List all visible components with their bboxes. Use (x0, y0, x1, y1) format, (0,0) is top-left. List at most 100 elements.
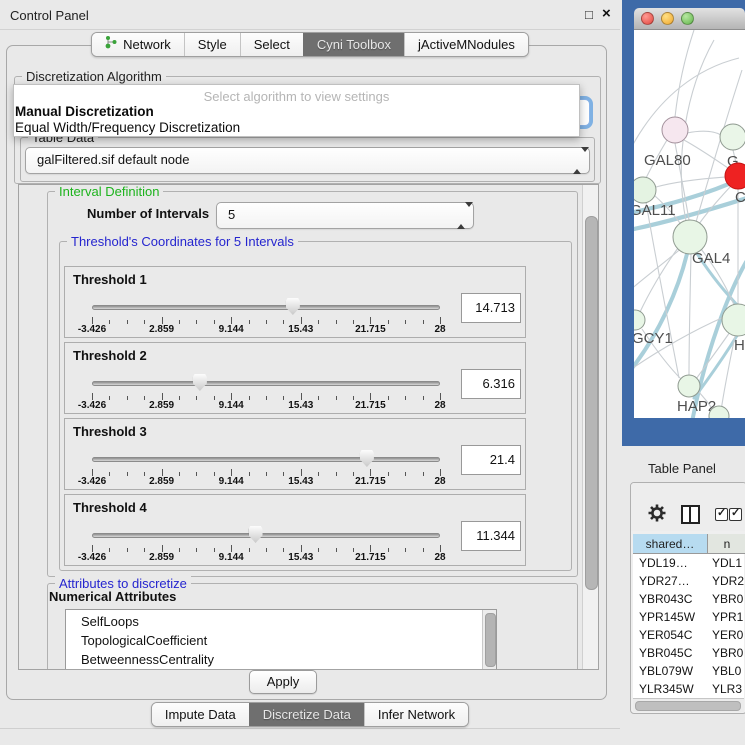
table-row[interactable]: YER054CYER0 (633, 626, 744, 644)
network-edge[interactable] (656, 177, 726, 187)
network-node[interactable] (634, 310, 645, 330)
slider-tick-label: 21.715 (355, 324, 386, 335)
table-row[interactable]: YDR27…YDR2 (633, 572, 744, 590)
list-scrollbar[interactable] (482, 610, 496, 670)
threshold-value-field[interactable]: 6.316 (461, 369, 521, 399)
network-canvas[interactable]: GAL80GCGAL11GAL4GCY1HHAP2 (634, 30, 745, 418)
table-data-combobox[interactable]: galFiltered.sif default node (25, 147, 590, 174)
slider-thumb[interactable] (360, 450, 374, 467)
table-row[interactable]: YLR345WYLR3 (633, 680, 744, 698)
cell-shared-name[interactable]: YDR27… (633, 572, 708, 590)
network-edge[interactable] (694, 334, 738, 398)
cell-shared-name[interactable]: YER054C (633, 626, 708, 644)
cell-name[interactable]: YLR3 (708, 680, 744, 698)
cell-shared-name[interactable]: YDL19… (633, 554, 708, 572)
cell-name[interactable]: YPR1 (708, 608, 744, 626)
tab-label: Style (198, 33, 227, 56)
node-label: GAL11 (634, 202, 676, 219)
cell-shared-name[interactable]: YLR345W (633, 680, 708, 698)
slider-thumb[interactable] (193, 374, 207, 391)
attribute-item[interactable]: BetweennessCentrality (66, 650, 482, 669)
network-edge[interactable] (687, 131, 721, 135)
cell-name[interactable]: YBL0 (708, 662, 744, 680)
table-row[interactable]: YBL079WYBL0 (633, 662, 744, 680)
table-row[interactable]: YDL19…YDL1 (633, 554, 744, 572)
threshold-value-field[interactable]: 21.4 (461, 445, 521, 475)
network-node[interactable] (720, 124, 745, 150)
slider-tick-label: 21.715 (355, 552, 386, 563)
column-header-name[interactable]: n (708, 534, 745, 554)
table-horizontal-scrollbar[interactable] (633, 698, 744, 712)
node-label: H (734, 337, 745, 354)
network-edge[interactable] (689, 254, 691, 375)
table-panel: shared… n YDL19…YDL1YDR27…YDR2YBR043CYBR… (630, 482, 745, 714)
table-row[interactable]: YPR145WYPR1 (633, 608, 744, 626)
checkbox-checked-icon[interactable] (715, 508, 728, 521)
network-node[interactable] (634, 177, 656, 203)
cell-name[interactable]: YDL1 (708, 554, 744, 572)
tab-cyni-toolbox[interactable]: Cyni Toolbox (303, 33, 404, 56)
network-window-titlebar[interactable] (634, 8, 745, 30)
slider-tick (92, 545, 93, 552)
zoom-traffic-light-icon[interactable] (681, 12, 694, 25)
cell-shared-name[interactable]: YBR043C (633, 590, 708, 608)
slider-tick-label: 15.43 (288, 552, 313, 563)
tab-infer-network[interactable]: Infer Network (364, 703, 468, 726)
close-traffic-light-icon[interactable] (641, 12, 654, 25)
cell-name[interactable]: YDR2 (708, 572, 744, 590)
number-of-intervals-combobox[interactable]: 5 (216, 202, 474, 229)
viewport-scrollbar-thumb[interactable] (585, 216, 598, 590)
gear-icon[interactable] (647, 503, 667, 528)
cell-name[interactable]: YER0 (708, 626, 744, 644)
tab-label: Select (254, 33, 290, 56)
apply-button[interactable]: Apply (249, 670, 317, 694)
cell-shared-name[interactable]: YBL079W (633, 662, 708, 680)
slider-tick-label: -3.426 (78, 552, 106, 563)
slider-thumb[interactable] (286, 298, 300, 315)
attribute-item[interactable]: SelfLoops (66, 612, 482, 631)
tab-network[interactable]: Network (92, 33, 184, 56)
tab-impute-data[interactable]: Impute Data (152, 703, 249, 726)
network-node[interactable] (678, 375, 700, 397)
slider-tick (301, 393, 302, 400)
slider-tick-label: 2.859 (149, 476, 174, 487)
tab-discretize-data[interactable]: Discretize Data (249, 703, 364, 726)
slider-tick (92, 469, 93, 476)
slider-tick-label: 28 (434, 400, 445, 411)
tab-select[interactable]: Select (240, 33, 303, 56)
cell-shared-name[interactable]: YPR145W (633, 608, 708, 626)
minimize-traffic-light-icon[interactable] (661, 12, 674, 25)
popup-option-equal-width-frequency[interactable]: Equal Width/Frequency Discretization (15, 120, 240, 135)
network-node[interactable] (673, 220, 707, 254)
network-node[interactable] (662, 117, 688, 143)
slider-tick-label: 9.144 (219, 324, 244, 335)
slider-thumb[interactable] (249, 526, 263, 543)
slider-tick-label: 21.715 (355, 476, 386, 487)
threshold-label: Threshold 2 (73, 348, 147, 363)
popup-option-manual-discretization[interactable]: Manual Discretization (15, 104, 154, 119)
numerical-attributes-list[interactable]: SelfLoopsTopologicalCoefficientBetweenne… (65, 609, 497, 670)
network-edge[interactable] (675, 30, 694, 117)
split-columns-icon[interactable] (681, 505, 700, 524)
cell-shared-name[interactable]: YBR045C (633, 644, 708, 662)
float-window-icon[interactable]: □ (585, 7, 593, 22)
close-icon[interactable]: × (602, 5, 611, 22)
viewport-scrollbar[interactable] (582, 185, 599, 669)
column-header-shared-name[interactable]: shared… (633, 534, 708, 554)
table-row[interactable]: YBR045CYBR0 (633, 644, 744, 662)
checkbox-checked-icon[interactable] (729, 508, 742, 521)
tab-style[interactable]: Style (184, 33, 240, 56)
attribute-item[interactable]: TopologicalCoefficient (66, 631, 482, 650)
tab-jactivemnodules[interactable]: jActiveMNodules (404, 33, 528, 56)
table-horizontal-scrollbar-thumb[interactable] (635, 701, 741, 711)
cell-name[interactable]: YBR0 (708, 644, 744, 662)
table-row[interactable]: YBR043CYBR0 (633, 590, 744, 608)
tab-label: jActiveMNodules (418, 33, 515, 56)
threshold-panel: Threshold 4 -3.4262.8599.14415.4321.7152… (64, 494, 526, 566)
network-icon (105, 33, 118, 56)
cell-name[interactable]: YBR0 (708, 590, 744, 608)
threshold-value-field[interactable]: 14.713 (461, 293, 521, 323)
bottom-tab-segmented-control: Impute Data Discretize Data Infer Networ… (151, 702, 469, 727)
list-scrollbar-thumb[interactable] (485, 613, 496, 667)
threshold-value-field[interactable]: 11.344 (461, 521, 521, 551)
